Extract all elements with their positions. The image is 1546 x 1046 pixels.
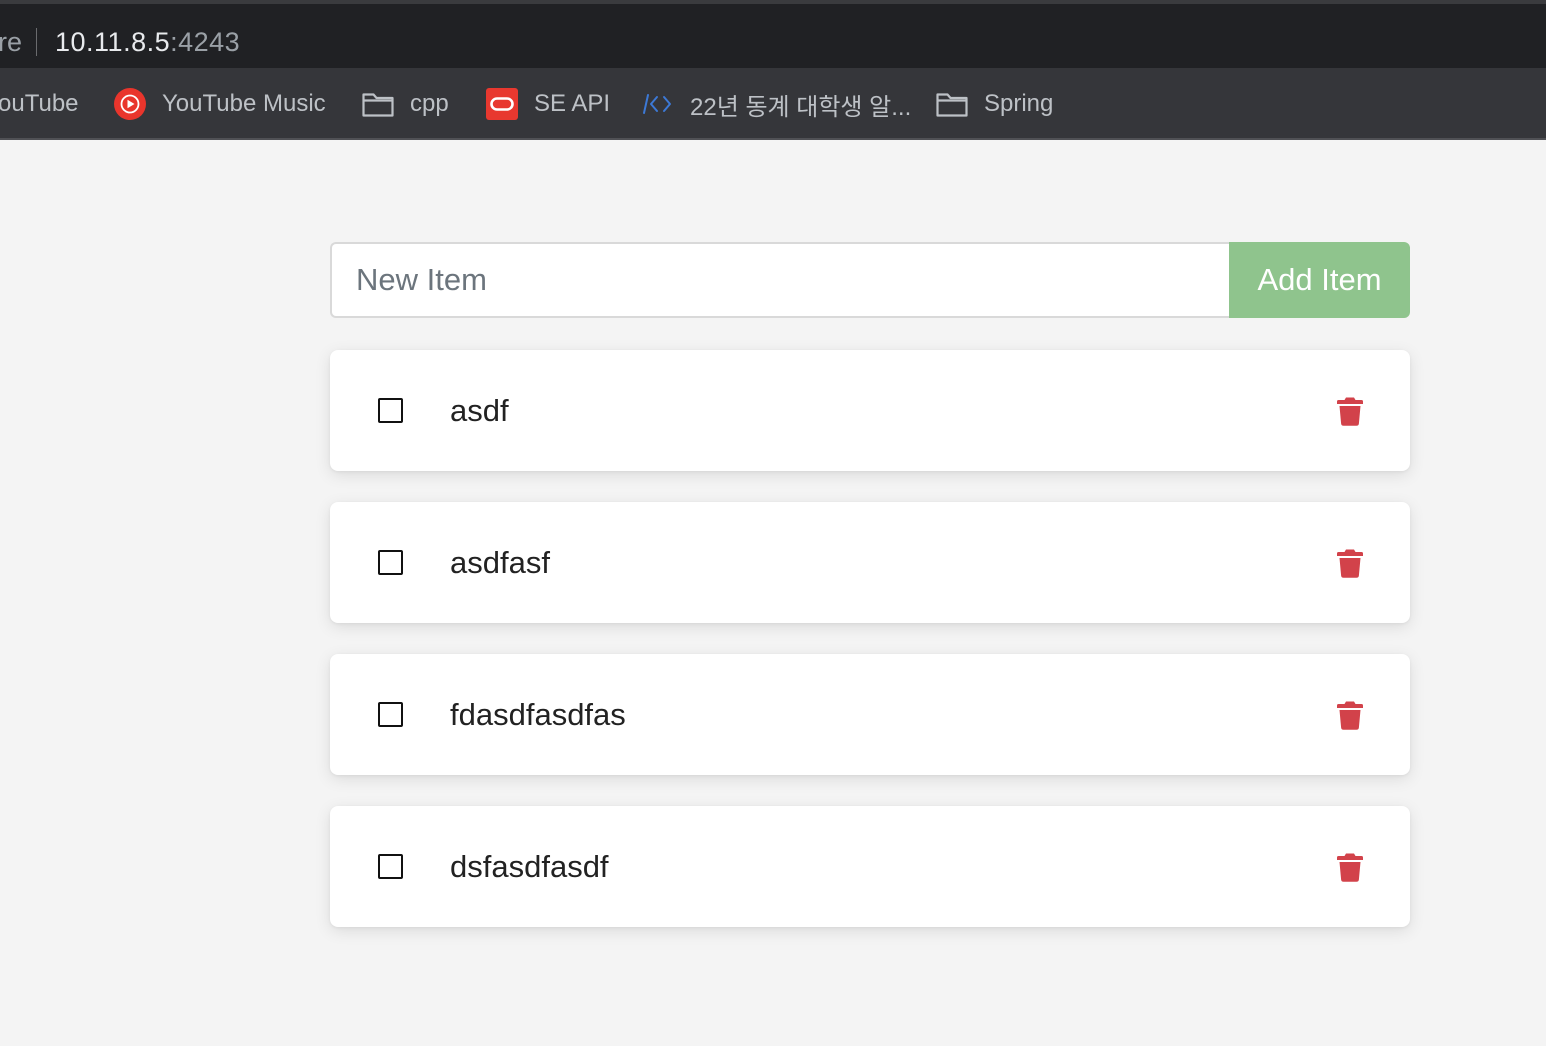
- item-checkbox[interactable]: [378, 398, 403, 423]
- trash-icon[interactable]: [1336, 547, 1364, 579]
- add-item-form: Add Item: [330, 242, 1410, 318]
- bookmark-youtube[interactable]: ouTube: [0, 88, 79, 120]
- item-card: asdf: [330, 350, 1410, 471]
- folder-icon: [936, 91, 968, 117]
- url-host: 10.11.8.5: [55, 26, 171, 57]
- item-card: fdasdfasdfas: [330, 654, 1410, 775]
- item-card: dsfasdfasdf: [330, 806, 1410, 927]
- url-divider: [36, 28, 38, 56]
- code-brackets-icon: [642, 91, 674, 117]
- bookmark-label: 22년 동계 대학생 알...: [690, 93, 912, 121]
- bookmark-cpp[interactable]: cpp: [362, 88, 449, 120]
- item-checkbox[interactable]: [378, 550, 403, 575]
- item-list: asdf asdfasf fdasdfasdfas dsfasdfasdf: [330, 350, 1410, 927]
- item-name: dsfasdfasdf: [450, 848, 609, 884]
- item-checkbox[interactable]: [378, 854, 403, 879]
- bookmark-youtube-music[interactable]: YouTube Music: [114, 88, 326, 120]
- new-item-input[interactable]: [330, 242, 1229, 318]
- bookmark-label: ouTube: [0, 90, 79, 117]
- item-name: asdfasf: [450, 544, 550, 580]
- item-name: fdasdfasdfas: [450, 696, 626, 732]
- url-port: :4243: [170, 26, 241, 57]
- bookmark-label: YouTube Music: [162, 90, 326, 117]
- youtube-music-icon: [114, 88, 146, 120]
- add-item-button[interactable]: Add Item: [1229, 242, 1410, 318]
- url-security-label: re: [0, 26, 23, 57]
- bookmark-spring[interactable]: Spring: [936, 88, 1053, 120]
- bookmark-label: Spring: [984, 90, 1054, 117]
- browser-toolbar: re 10.11.8.5:4243: [0, 0, 1546, 68]
- trash-icon[interactable]: [1336, 851, 1364, 883]
- oracle-icon: [486, 88, 518, 120]
- bookmark-winter-camp[interactable]: 22년 동계 대학생 알...: [642, 88, 912, 121]
- folder-icon: [362, 91, 394, 117]
- item-card: asdfasf: [330, 502, 1410, 623]
- item-checkbox[interactable]: [378, 702, 403, 727]
- bookmark-label: SE API: [534, 90, 611, 117]
- trash-icon[interactable]: [1336, 395, 1364, 427]
- address-bar[interactable]: re 10.11.8.5:4243: [0, 22, 240, 62]
- bookmarks-bar: ouTube YouTube Music cpp SE API 22년 동계 대…: [0, 68, 1546, 140]
- trash-icon[interactable]: [1336, 699, 1364, 731]
- todo-app: Add Item asdf asdfasf: [330, 242, 1410, 958]
- bookmark-label: cpp: [410, 90, 449, 117]
- item-name: asdf: [450, 392, 509, 428]
- bookmark-se-api[interactable]: SE API: [486, 88, 610, 120]
